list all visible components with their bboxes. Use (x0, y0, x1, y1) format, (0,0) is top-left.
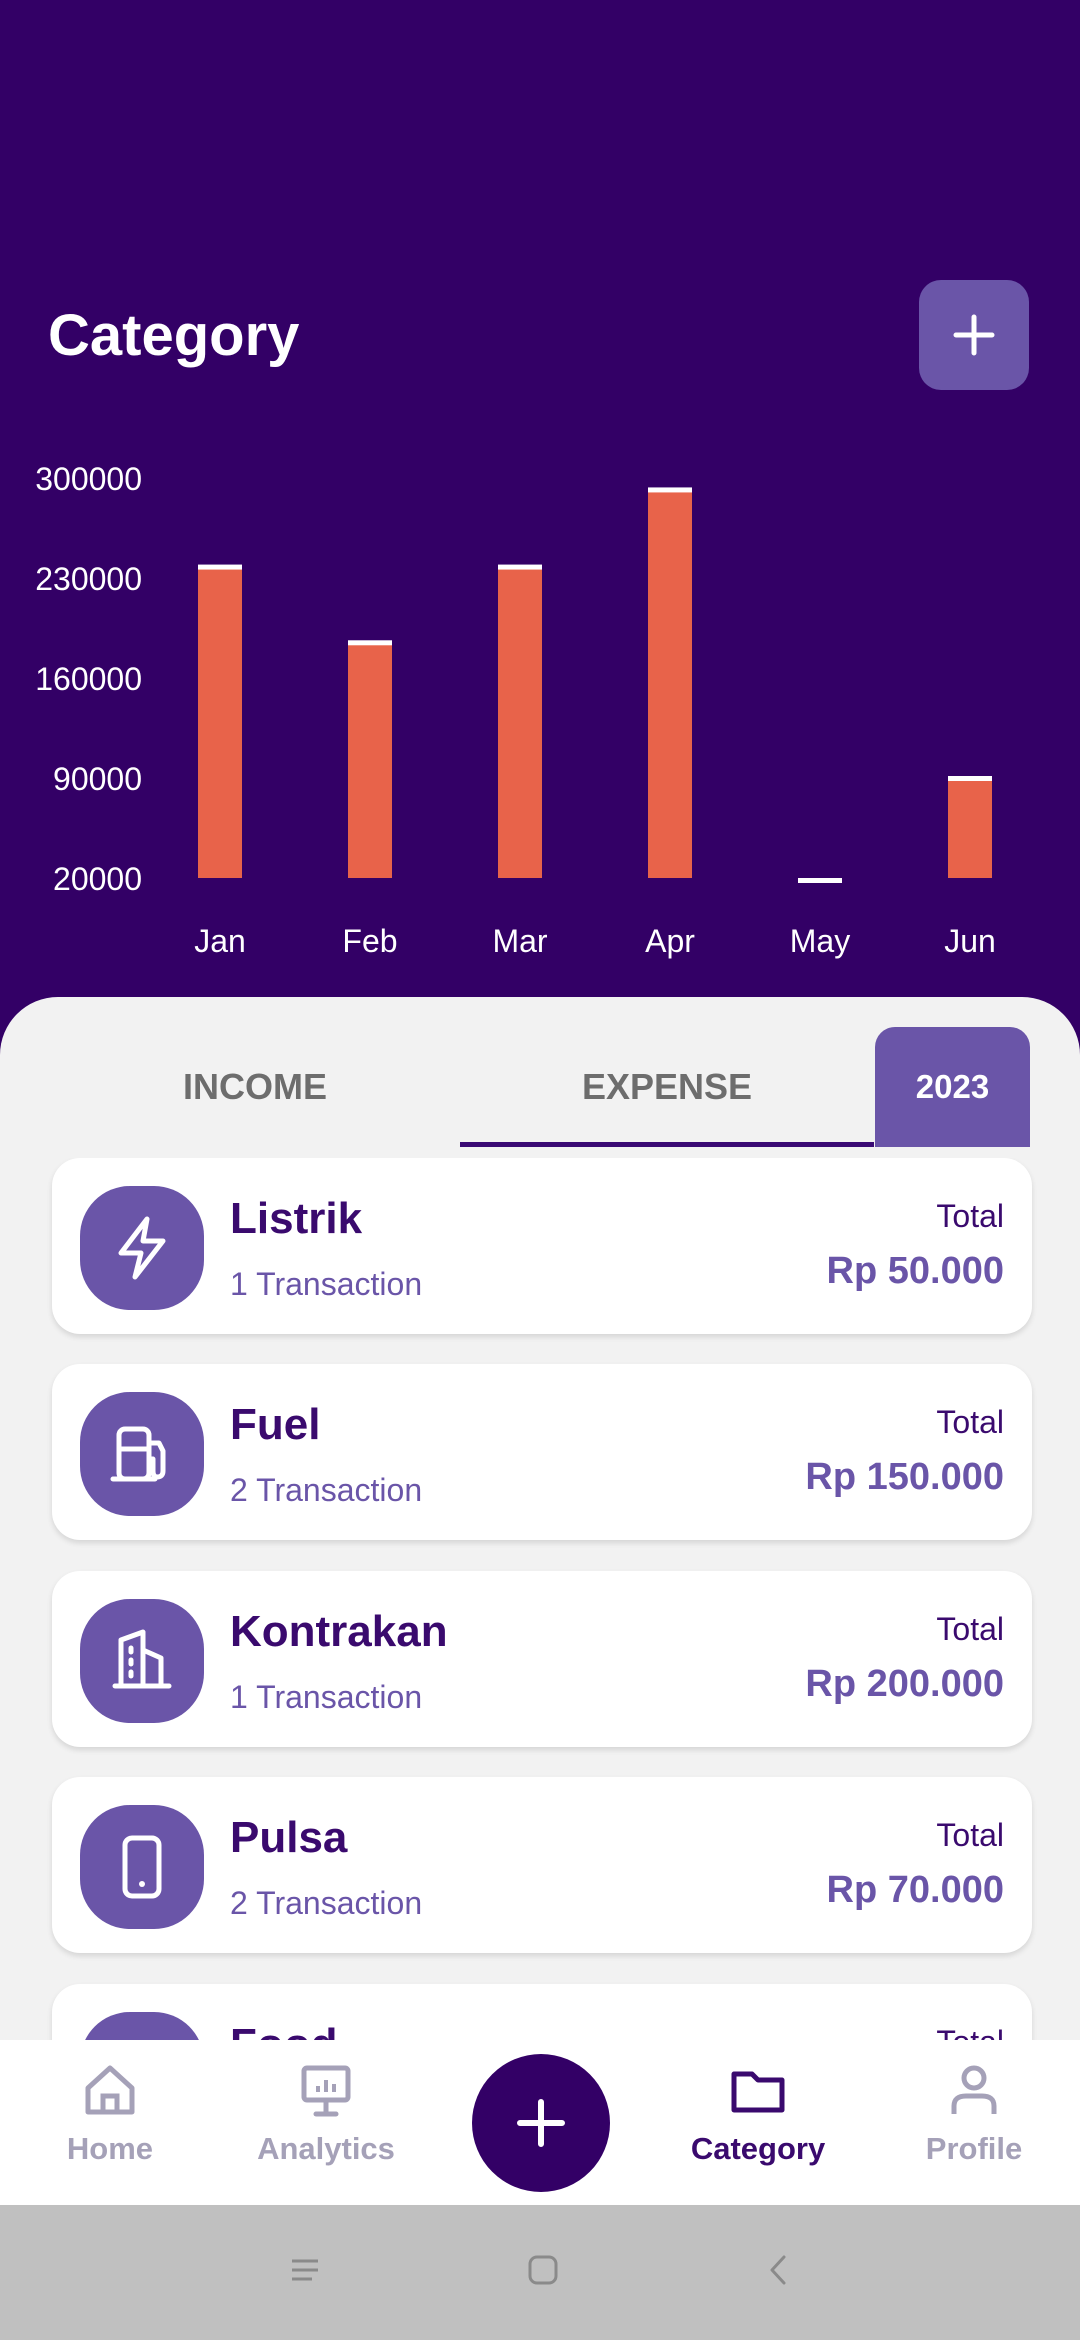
folder-icon (731, 2071, 785, 2113)
y-tick-label: 20000 (53, 861, 142, 897)
transaction-count: 1 Transaction (230, 1679, 423, 1715)
person-icon (951, 2065, 997, 2114)
recent-apps-icon[interactable] (288, 2253, 322, 2287)
x-tick-label: Feb (342, 923, 397, 959)
category-card-fuel[interactable]: Fuel 2 Transaction Total Rp 150.000 (52, 1364, 1032, 1540)
nav-profile[interactable]: Profile (874, 2060, 1074, 2167)
nav-profile-label: Profile (925, 2131, 1023, 2166)
x-tick-label: Jun (944, 923, 996, 959)
category-card-listrik[interactable]: Listrik 1 Transaction Total Rp 50.000 (52, 1158, 1032, 1334)
nav-home[interactable]: Home (10, 2060, 210, 2167)
x-tick-label: May (790, 923, 850, 959)
total-amount: Rp 200.000 (805, 1663, 1004, 1705)
bar-cap-jun (948, 776, 992, 781)
home-system-icon[interactable] (526, 2253, 560, 2287)
phone-icon (80, 1805, 204, 1929)
bar-apr (648, 489, 692, 878)
presentation-chart-icon (301, 2065, 351, 2117)
total-label: Total (936, 1198, 1004, 1234)
nav-category[interactable]: Category (658, 2060, 858, 2167)
x-tick-label: Mar (492, 923, 547, 959)
plus-icon (953, 314, 995, 356)
home-icon (85, 2065, 135, 2115)
y-tick-label: 230000 (35, 561, 142, 597)
transaction-count: 1 Transaction (230, 1266, 423, 1302)
category-name: Pulsa (230, 1813, 348, 1862)
tab-income[interactable]: INCOME (60, 1027, 450, 1147)
nav-analytics-label: Analytics (257, 2131, 395, 2166)
year-selector[interactable]: 2023 (875, 1027, 1030, 1147)
bar-mar (498, 566, 542, 878)
monthly-bar-chart: 300000 230000 160000 90000 20000 Jan Feb Mar Ap… (35, 461, 996, 959)
category-card-pulsa[interactable]: Pulsa 2 Transaction Total Rp 70.000 (52, 1777, 1032, 1953)
add-category-button[interactable] (919, 280, 1029, 390)
active-tab-indicator (460, 1142, 874, 1147)
tab-expense[interactable]: EXPENSE (460, 1027, 874, 1147)
bottom-navigation: Home Analytics Category Profile (0, 2040, 1080, 2205)
lightning-icon (80, 1186, 204, 1310)
x-tick-label: Apr (645, 923, 695, 959)
tab-bar: INCOME EXPENSE 2023 (0, 1027, 1080, 1147)
transaction-count: 2 Transaction (230, 1472, 423, 1508)
bar-cap-apr (648, 487, 692, 493)
total-amount: Rp 50.000 (826, 1250, 1004, 1292)
bar-cap-feb (348, 640, 392, 646)
total-label: Total (936, 1817, 1004, 1853)
category-name: Listrik (230, 1194, 363, 1243)
y-tick-label: 300000 (35, 461, 142, 497)
category-name: Fuel (230, 1400, 321, 1449)
back-icon[interactable] (762, 2253, 796, 2287)
x-tick-label: Jan (194, 923, 246, 959)
bar-cap-may (798, 878, 842, 883)
add-transaction-button[interactable] (472, 2054, 610, 2192)
total-amount: Rp 70.000 (826, 1869, 1004, 1911)
page-title: Category (48, 303, 300, 368)
total-amount: Rp 150.000 (805, 1456, 1004, 1498)
transaction-count: 2 Transaction (230, 1885, 423, 1921)
nav-category-label: Category (690, 2131, 826, 2166)
total-label: Total (936, 1404, 1004, 1440)
total-label: Total (936, 1611, 1004, 1647)
building-icon (80, 1599, 204, 1723)
bar-feb (348, 642, 392, 878)
y-tick-label: 90000 (53, 761, 142, 797)
category-name: Kontrakan (230, 1607, 448, 1656)
category-list[interactable]: Listrik 1 Transaction Total Rp 50.000 Fu… (0, 1158, 1080, 2040)
category-card-kontrakan[interactable]: Kontrakan 1 Transaction Total Rp 200.000 (52, 1571, 1032, 1747)
food-icon (80, 2012, 204, 2040)
category-card-food[interactable]: Food Total (52, 1984, 1032, 2040)
plus-icon (517, 2099, 565, 2147)
total-label: Total (936, 2024, 1004, 2040)
bar-cap-jan (198, 564, 242, 570)
system-navigation-bar (0, 2205, 1080, 2340)
category-name: Food (230, 2020, 338, 2040)
nav-analytics[interactable]: Analytics (226, 2060, 426, 2167)
bar-jan (198, 566, 242, 878)
header-area: Category 300000 230000 160000 90000 20000 Ja… (0, 0, 1080, 1060)
bar-jun (948, 778, 992, 878)
fuel-pump-icon (80, 1392, 204, 1516)
y-tick-label: 160000 (35, 661, 142, 697)
nav-home-label: Home (66, 2131, 154, 2166)
bar-cap-mar (498, 564, 542, 570)
